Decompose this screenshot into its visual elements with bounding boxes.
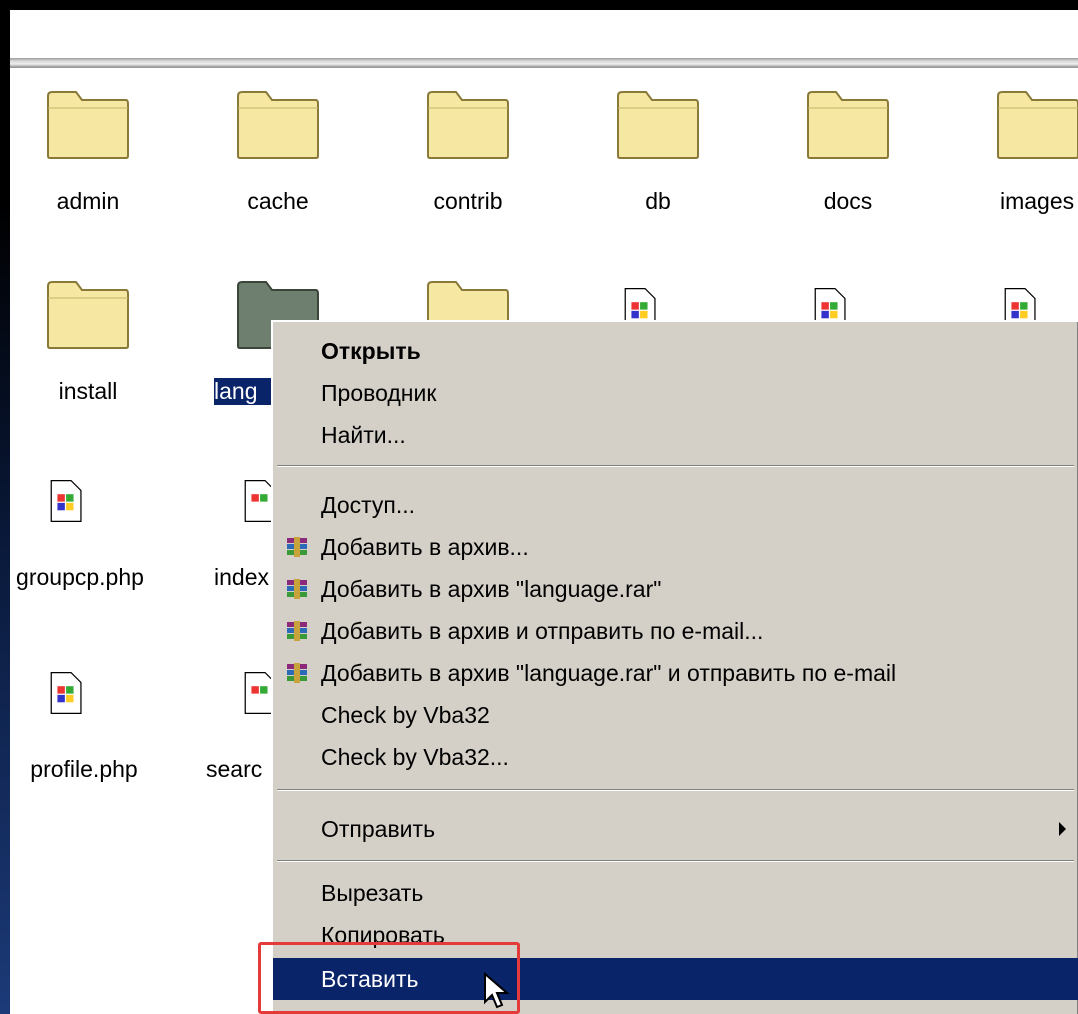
menu-item-label: Добавить в архив и отправить по e-mail..… xyxy=(321,618,764,644)
php-file-icon xyxy=(50,479,82,523)
winrar-icon xyxy=(287,663,307,683)
menu-item-add-archive-email[interactable]: Добавить в архив и отправить по e-mail..… xyxy=(273,612,1078,650)
folder-docs[interactable]: docs xyxy=(770,80,900,230)
menu-item-cut[interactable]: Вырезать xyxy=(273,874,1078,912)
address-area xyxy=(10,10,1078,58)
menu-item-label: Отправить xyxy=(321,816,436,842)
menu-item-add-language-rar[interactable]: Добавить в архив "language.rar" xyxy=(273,570,1078,608)
folder-label: admin xyxy=(56,188,120,214)
folder-icon xyxy=(997,91,1078,159)
menu-item-check-vba32[interactable]: Check by Vba32 xyxy=(273,696,1078,734)
folder-icon xyxy=(427,91,509,159)
folder-images[interactable]: images xyxy=(960,80,1078,230)
menu-item-explorer[interactable]: Проводник xyxy=(273,374,1078,412)
file-label: searc xyxy=(206,756,263,782)
folder-label: lang xyxy=(214,378,274,405)
menu-separator xyxy=(277,465,1074,467)
menu-item-check-vba32-dots[interactable]: Check by Vba32... xyxy=(273,738,1078,776)
folder-label: db xyxy=(645,188,671,214)
folder-label: install xyxy=(58,378,118,404)
menu-item-add-archive[interactable]: Добавить в архив... xyxy=(273,528,1078,566)
folder-icon xyxy=(47,281,129,349)
file-label: profile.php xyxy=(30,756,138,782)
file-profile[interactable]: profile.php xyxy=(10,648,140,798)
menu-separator xyxy=(277,860,1074,862)
folder-label: images xyxy=(1000,188,1075,214)
folder-icon xyxy=(617,91,699,159)
menu-item-send-to[interactable]: Отправить xyxy=(273,810,1078,848)
folder-install[interactable]: install xyxy=(10,270,140,420)
folder-db[interactable]: db xyxy=(580,80,710,230)
mouse-pointer-icon xyxy=(484,972,510,1009)
folder-cache[interactable]: cache xyxy=(200,80,330,230)
menu-item-find[interactable]: Найти... xyxy=(273,416,1078,454)
menu-item-label: Добавить в архив "language.rar" xyxy=(321,576,662,602)
context-menu: Открыть Проводник Найти... Доступ... Доб… xyxy=(271,320,1078,1014)
menu-item-copy[interactable]: Копировать xyxy=(273,916,1078,948)
menu-item-open[interactable]: Открыть xyxy=(273,332,1078,370)
menu-item-sharing[interactable]: Доступ... xyxy=(273,486,1078,524)
folder-contrib[interactable]: contrib xyxy=(390,80,520,230)
php-file-icon xyxy=(50,671,82,715)
folder-label: docs xyxy=(823,188,873,214)
winrar-icon xyxy=(287,537,307,557)
menu-item-paste[interactable]: Вставить xyxy=(273,958,1078,1000)
menu-item-add-language-rar-email[interactable]: Добавить в архив "language.rar" и отправ… xyxy=(273,654,1078,692)
file-groupcp[interactable]: groupcp.php xyxy=(10,456,144,606)
menu-item-label: Добавить в архив... xyxy=(321,534,529,560)
folder-label: contrib xyxy=(433,188,503,214)
folder-icon xyxy=(47,91,129,159)
folder-icon xyxy=(807,91,889,159)
folder-label: cache xyxy=(247,188,309,214)
folder-admin[interactable]: admin xyxy=(10,80,140,230)
file-label: groupcp.php xyxy=(16,564,144,590)
toolbar-divider xyxy=(10,58,1078,68)
winrar-icon xyxy=(287,579,307,599)
folder-icon xyxy=(237,91,319,159)
menu-separator xyxy=(277,789,1074,791)
winrar-icon xyxy=(287,621,307,641)
menu-item-label: Добавить в архив "language.rar" и отправ… xyxy=(321,660,897,686)
submenu-arrow-icon xyxy=(1059,822,1066,836)
